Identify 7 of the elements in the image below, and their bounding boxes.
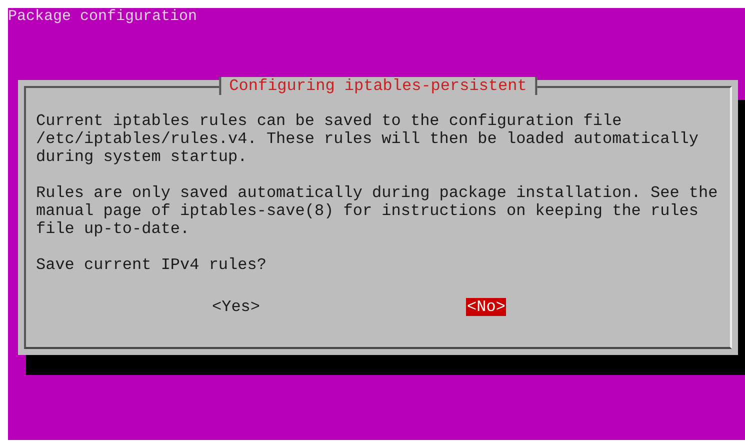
dialog-title: Configuring iptables-persistent [219,77,537,95]
dialog-button[interactable]: <No> [466,298,506,316]
screen-title: Package configuration [8,8,198,26]
dialog-button[interactable]: <Yes> [211,298,262,316]
dialog-text: Save current IPv4 rules? [36,256,268,274]
dialog-text: Current iptables rules can be saved to the configuration file /etc/iptables/rules.v4. These rules will then be loaded automatically during system startup. [36,112,700,166]
dialog-text: Rules are only saved automatically during package installation. See the manual page of iptables-save(8) for instructions on keeping the rules file up-to-date. [36,184,719,238]
